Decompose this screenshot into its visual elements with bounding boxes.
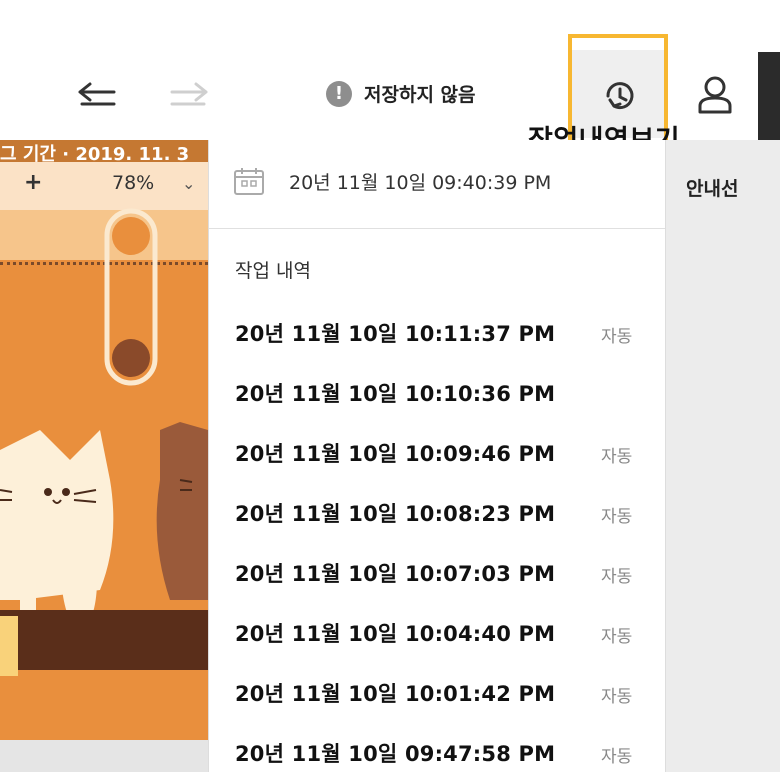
history-item-time: 20년 11월 10일 10:01:42 PM: [235, 682, 556, 706]
history-item[interactable]: 20년 11월 10일 10:10:36 PM: [209, 360, 665, 420]
history-item-tag: 자동: [601, 447, 633, 467]
history-item-time: 20년 11월 10일 10:07:03 PM: [235, 562, 556, 586]
guide-label[interactable]: 안내선: [686, 174, 738, 201]
redo-icon: [170, 82, 208, 106]
history-item[interactable]: 20년 11월 10일 10:04:40 PM 자동: [209, 600, 665, 660]
unsaved-label: 저장하지 않음: [364, 84, 476, 106]
history-item-tag: 자동: [601, 327, 633, 347]
history-item[interactable]: 20년 11월 10일 10:01:42 PM 자동: [209, 660, 665, 720]
user-button[interactable]: [696, 74, 734, 116]
canvas-floor: [0, 610, 208, 670]
current-version-time: 20년 11월 10일 09:40:39 PM: [289, 172, 552, 194]
zoom-in-button[interactable]: +: [24, 170, 42, 195]
history-item-tag: 자동: [601, 507, 633, 527]
history-item[interactable]: 20년 11월 10일 10:11:37 PM 자동: [209, 300, 665, 360]
history-item-time: 20년 11월 10일 10:11:37 PM: [235, 322, 556, 346]
history-item[interactable]: 20년 11월 10일 10:07:03 PM 자동: [209, 540, 665, 600]
history-item[interactable]: 20년 11월 10일 09:47:58 PM 자동: [209, 720, 665, 780]
history-item-tag: 자동: [601, 627, 633, 647]
undo-button[interactable]: [74, 78, 120, 112]
history-item-time: 20년 11월 10일 09:47:58 PM: [235, 742, 556, 766]
history-panel: 20년 11월 10일 09:40:39 PM 작업 내역 20년 11월 10…: [208, 140, 666, 772]
undo-icon: [78, 82, 116, 106]
history-section-title: 작업 내역: [235, 260, 311, 282]
history-item-time: 20년 11월 10일 10:08:23 PM: [235, 502, 556, 526]
unsaved-status: ! 저장하지 않음: [326, 80, 476, 107]
canvas-bottom-bar: [0, 740, 208, 772]
top-toolbar: ! 저장하지 않음 작업내역보기: [0, 0, 780, 162]
history-item-time: 20년 11월 10일 10:04:40 PM: [235, 622, 556, 646]
design-canvas[interactable]: 그 기간 · 2019. 11. 3 + 78% ⌄: [0, 140, 208, 772]
side-panel-edge: [758, 52, 780, 140]
history-item[interactable]: 20년 11월 10일 10:08:23 PM 자동: [209, 480, 665, 540]
history-item-time: 20년 11월 10일 10:10:36 PM: [235, 382, 556, 406]
current-version-row[interactable]: 20년 11월 10일 09:40:39 PM: [209, 140, 665, 229]
history-item[interactable]: 20년 11월 10일 10:09:46 PM 자동: [209, 420, 665, 480]
guide-column: [666, 140, 780, 772]
zoom-bar: + 78% ⌄: [0, 162, 208, 210]
warning-icon: !: [326, 80, 352, 107]
pin-graphic: [104, 208, 158, 386]
history-item-time: 20년 11월 10일 10:09:46 PM: [235, 442, 556, 466]
history-item-tag: 자동: [601, 687, 633, 707]
redo-button[interactable]: [166, 78, 212, 112]
calendar-icon: [234, 168, 264, 195]
canvas-title: 그 기간 · 2019. 11. 3: [0, 140, 208, 162]
chevron-down-icon[interactable]: ⌄: [182, 174, 195, 193]
canvas-block: [0, 616, 18, 676]
zoom-value[interactable]: 78%: [112, 172, 154, 194]
history-list: 20년 11월 10일 10:11:37 PM 자동 20년 11월 10일 1…: [209, 300, 665, 780]
history-item-tag: 자동: [601, 567, 633, 587]
user-icon: [698, 76, 732, 114]
history-clock-icon: [606, 82, 634, 110]
history-item-tag: 자동: [601, 747, 633, 767]
